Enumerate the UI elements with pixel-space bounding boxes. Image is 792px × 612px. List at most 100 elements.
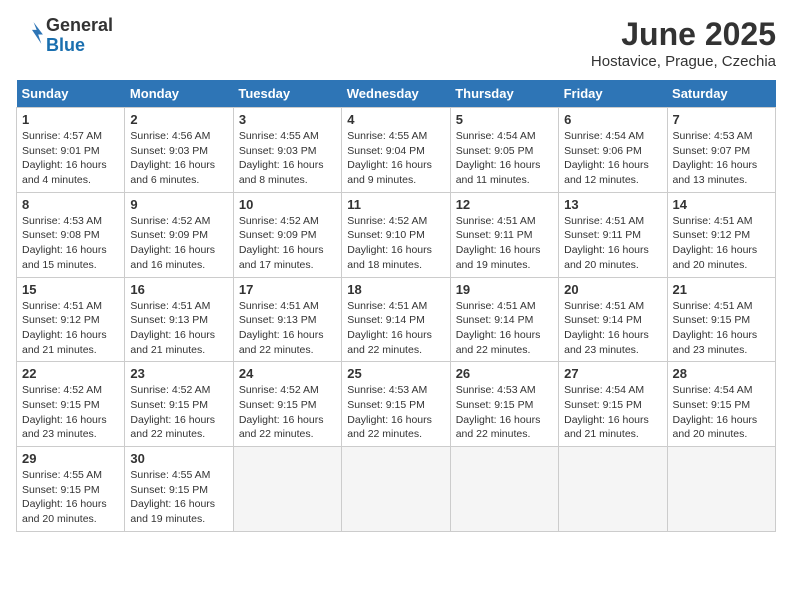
day-info: Sunrise: 4:51 AMSunset: 9:14 PMDaylight:… bbox=[456, 300, 541, 356]
calendar-cell: 1 Sunrise: 4:57 AMSunset: 9:01 PMDayligh… bbox=[17, 108, 125, 193]
calendar-week-row: 22 Sunrise: 4:52 AMSunset: 9:15 PMDaylig… bbox=[17, 362, 776, 447]
calendar-cell: 28 Sunrise: 4:54 AMSunset: 9:15 PMDaylig… bbox=[667, 362, 775, 447]
day-number: 5 bbox=[456, 112, 553, 127]
weekday-header-row: SundayMondayTuesdayWednesdayThursdayFrid… bbox=[17, 80, 776, 108]
calendar-cell: 15 Sunrise: 4:51 AMSunset: 9:12 PMDaylig… bbox=[17, 277, 125, 362]
day-info: Sunrise: 4:52 AMSunset: 9:09 PMDaylight:… bbox=[239, 215, 324, 271]
day-info: Sunrise: 4:51 AMSunset: 9:12 PMDaylight:… bbox=[22, 300, 107, 356]
weekday-header-thursday: Thursday bbox=[450, 80, 558, 108]
calendar-cell bbox=[342, 447, 450, 532]
day-info: Sunrise: 4:52 AMSunset: 9:15 PMDaylight:… bbox=[239, 384, 324, 440]
calendar-cell bbox=[667, 447, 775, 532]
calendar-cell: 19 Sunrise: 4:51 AMSunset: 9:14 PMDaylig… bbox=[450, 277, 558, 362]
day-info: Sunrise: 4:53 AMSunset: 9:08 PMDaylight:… bbox=[22, 215, 107, 271]
day-info: Sunrise: 4:51 AMSunset: 9:11 PMDaylight:… bbox=[564, 215, 649, 271]
calendar-cell: 3 Sunrise: 4:55 AMSunset: 9:03 PMDayligh… bbox=[233, 108, 341, 193]
day-number: 27 bbox=[564, 366, 661, 381]
calendar-cell: 6 Sunrise: 4:54 AMSunset: 9:06 PMDayligh… bbox=[559, 108, 667, 193]
day-number: 12 bbox=[456, 197, 553, 212]
day-number: 17 bbox=[239, 282, 336, 297]
day-number: 7 bbox=[673, 112, 770, 127]
weekday-header-sunday: Sunday bbox=[17, 80, 125, 108]
day-number: 21 bbox=[673, 282, 770, 297]
day-info: Sunrise: 4:51 AMSunset: 9:15 PMDaylight:… bbox=[673, 300, 758, 356]
day-info: Sunrise: 4:52 AMSunset: 9:09 PMDaylight:… bbox=[130, 215, 215, 271]
day-info: Sunrise: 4:55 AMSunset: 9:04 PMDaylight:… bbox=[347, 130, 432, 186]
day-number: 1 bbox=[22, 112, 119, 127]
calendar-cell: 12 Sunrise: 4:51 AMSunset: 9:11 PMDaylig… bbox=[450, 192, 558, 277]
day-number: 29 bbox=[22, 451, 119, 466]
calendar-cell: 8 Sunrise: 4:53 AMSunset: 9:08 PMDayligh… bbox=[17, 192, 125, 277]
logo-text: General Blue bbox=[46, 16, 113, 56]
day-info: Sunrise: 4:55 AMSunset: 9:03 PMDaylight:… bbox=[239, 130, 324, 186]
day-info: Sunrise: 4:52 AMSunset: 9:15 PMDaylight:… bbox=[22, 384, 107, 440]
day-info: Sunrise: 4:54 AMSunset: 9:15 PMDaylight:… bbox=[673, 384, 758, 440]
title-block: June 2025 Hostavice, Prague, Czechia bbox=[591, 16, 776, 70]
calendar-cell: 9 Sunrise: 4:52 AMSunset: 9:09 PMDayligh… bbox=[125, 192, 233, 277]
day-number: 16 bbox=[130, 282, 227, 297]
calendar-cell bbox=[233, 447, 341, 532]
calendar-cell: 24 Sunrise: 4:52 AMSunset: 9:15 PMDaylig… bbox=[233, 362, 341, 447]
day-number: 18 bbox=[347, 282, 444, 297]
day-info: Sunrise: 4:54 AMSunset: 9:05 PMDaylight:… bbox=[456, 130, 541, 186]
day-number: 19 bbox=[456, 282, 553, 297]
calendar-table: SundayMondayTuesdayWednesdayThursdayFrid… bbox=[16, 80, 776, 532]
day-number: 23 bbox=[130, 366, 227, 381]
day-info: Sunrise: 4:51 AMSunset: 9:12 PMDaylight:… bbox=[673, 215, 758, 271]
calendar-week-row: 8 Sunrise: 4:53 AMSunset: 9:08 PMDayligh… bbox=[17, 192, 776, 277]
day-info: Sunrise: 4:55 AMSunset: 9:15 PMDaylight:… bbox=[22, 469, 107, 525]
calendar-cell bbox=[450, 447, 558, 532]
day-number: 8 bbox=[22, 197, 119, 212]
day-number: 26 bbox=[456, 366, 553, 381]
day-number: 20 bbox=[564, 282, 661, 297]
calendar-cell: 5 Sunrise: 4:54 AMSunset: 9:05 PMDayligh… bbox=[450, 108, 558, 193]
day-info: Sunrise: 4:55 AMSunset: 9:15 PMDaylight:… bbox=[130, 469, 215, 525]
calendar-cell: 18 Sunrise: 4:51 AMSunset: 9:14 PMDaylig… bbox=[342, 277, 450, 362]
calendar-cell: 21 Sunrise: 4:51 AMSunset: 9:15 PMDaylig… bbox=[667, 277, 775, 362]
calendar-cell bbox=[559, 447, 667, 532]
calendar-cell: 26 Sunrise: 4:53 AMSunset: 9:15 PMDaylig… bbox=[450, 362, 558, 447]
logo-icon bbox=[18, 19, 46, 47]
weekday-header-tuesday: Tuesday bbox=[233, 80, 341, 108]
weekday-header-wednesday: Wednesday bbox=[342, 80, 450, 108]
calendar-cell: 10 Sunrise: 4:52 AMSunset: 9:09 PMDaylig… bbox=[233, 192, 341, 277]
day-info: Sunrise: 4:53 AMSunset: 9:15 PMDaylight:… bbox=[456, 384, 541, 440]
calendar-cell: 16 Sunrise: 4:51 AMSunset: 9:13 PMDaylig… bbox=[125, 277, 233, 362]
day-number: 14 bbox=[673, 197, 770, 212]
calendar-week-row: 29 Sunrise: 4:55 AMSunset: 9:15 PMDaylig… bbox=[17, 447, 776, 532]
day-info: Sunrise: 4:51 AMSunset: 9:14 PMDaylight:… bbox=[564, 300, 649, 356]
day-number: 2 bbox=[130, 112, 227, 127]
calendar-cell: 2 Sunrise: 4:56 AMSunset: 9:03 PMDayligh… bbox=[125, 108, 233, 193]
day-info: Sunrise: 4:56 AMSunset: 9:03 PMDaylight:… bbox=[130, 130, 215, 186]
day-number: 13 bbox=[564, 197, 661, 212]
weekday-header-monday: Monday bbox=[125, 80, 233, 108]
day-info: Sunrise: 4:51 AMSunset: 9:13 PMDaylight:… bbox=[239, 300, 324, 356]
day-info: Sunrise: 4:53 AMSunset: 9:15 PMDaylight:… bbox=[347, 384, 432, 440]
calendar-cell: 13 Sunrise: 4:51 AMSunset: 9:11 PMDaylig… bbox=[559, 192, 667, 277]
calendar-week-row: 15 Sunrise: 4:51 AMSunset: 9:12 PMDaylig… bbox=[17, 277, 776, 362]
calendar-cell: 4 Sunrise: 4:55 AMSunset: 9:04 PMDayligh… bbox=[342, 108, 450, 193]
calendar-cell: 25 Sunrise: 4:53 AMSunset: 9:15 PMDaylig… bbox=[342, 362, 450, 447]
day-number: 11 bbox=[347, 197, 444, 212]
day-info: Sunrise: 4:54 AMSunset: 9:06 PMDaylight:… bbox=[564, 130, 649, 186]
calendar-cell: 22 Sunrise: 4:52 AMSunset: 9:15 PMDaylig… bbox=[17, 362, 125, 447]
calendar-cell: 30 Sunrise: 4:55 AMSunset: 9:15 PMDaylig… bbox=[125, 447, 233, 532]
day-info: Sunrise: 4:51 AMSunset: 9:14 PMDaylight:… bbox=[347, 300, 432, 356]
day-info: Sunrise: 4:57 AMSunset: 9:01 PMDaylight:… bbox=[22, 130, 107, 186]
day-number: 30 bbox=[130, 451, 227, 466]
day-info: Sunrise: 4:53 AMSunset: 9:07 PMDaylight:… bbox=[673, 130, 758, 186]
calendar-week-row: 1 Sunrise: 4:57 AMSunset: 9:01 PMDayligh… bbox=[17, 108, 776, 193]
day-info: Sunrise: 4:52 AMSunset: 9:15 PMDaylight:… bbox=[130, 384, 215, 440]
day-info: Sunrise: 4:52 AMSunset: 9:10 PMDaylight:… bbox=[347, 215, 432, 271]
calendar-cell: 23 Sunrise: 4:52 AMSunset: 9:15 PMDaylig… bbox=[125, 362, 233, 447]
day-number: 9 bbox=[130, 197, 227, 212]
weekday-header-saturday: Saturday bbox=[667, 80, 775, 108]
day-number: 24 bbox=[239, 366, 336, 381]
day-info: Sunrise: 4:51 AMSunset: 9:11 PMDaylight:… bbox=[456, 215, 541, 271]
month-title: June 2025 bbox=[591, 16, 776, 53]
day-number: 6 bbox=[564, 112, 661, 127]
calendar-cell: 29 Sunrise: 4:55 AMSunset: 9:15 PMDaylig… bbox=[17, 447, 125, 532]
day-number: 3 bbox=[239, 112, 336, 127]
day-number: 15 bbox=[22, 282, 119, 297]
calendar-cell: 7 Sunrise: 4:53 AMSunset: 9:07 PMDayligh… bbox=[667, 108, 775, 193]
